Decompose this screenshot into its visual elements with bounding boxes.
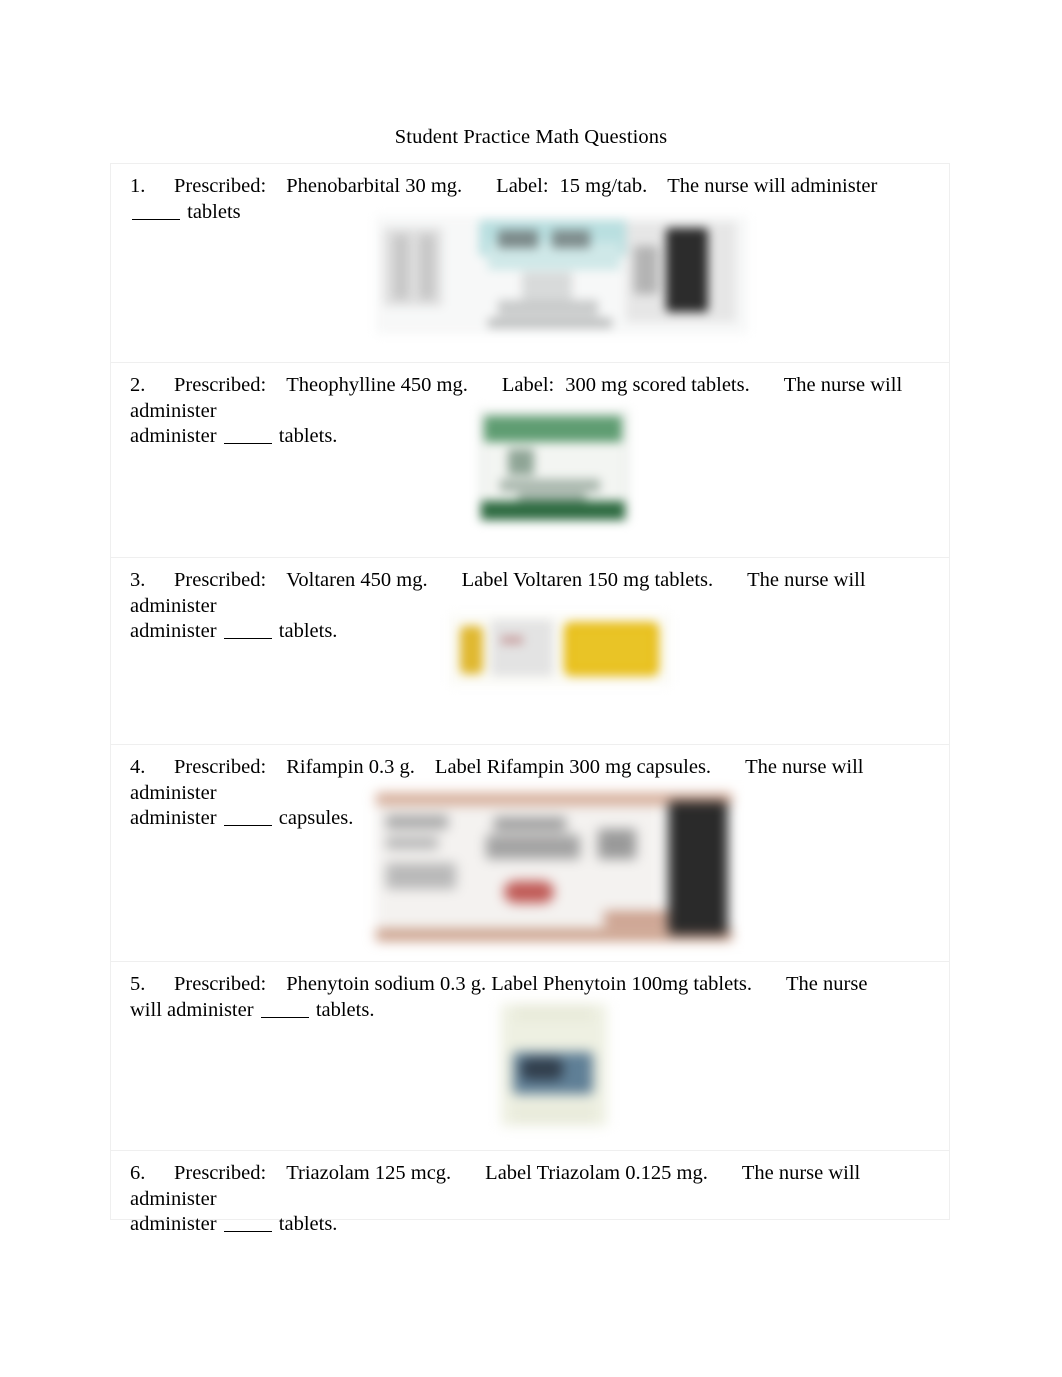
administer-word-4: administer bbox=[130, 807, 217, 829]
question-text-1: 1. Prescribed: Phenobarbital 30 mg. Label: 1… bbox=[130, 174, 941, 225]
table-row: 3. Prescribed: Voltaren 450 mg. Label Volta… bbox=[110, 557, 950, 745]
administer-phrase-5: will administer bbox=[130, 998, 254, 1021]
table-row: 1. Prescribed: Phenobarbital 30 mg. Label: 1… bbox=[110, 163, 950, 363]
drug-order-4: Rifampin 0.3 g. bbox=[286, 756, 415, 778]
label-value-1: 15 mg/tab. bbox=[559, 175, 648, 197]
answer-blank-1[interactable] bbox=[132, 218, 180, 220]
answer-blank-2[interactable] bbox=[223, 443, 272, 444]
prescribed-label-2: Prescribed: bbox=[174, 374, 267, 396]
prescribed-label-3: Prescribed: bbox=[174, 569, 267, 591]
answer-blank-4[interactable] bbox=[223, 825, 272, 826]
label-value-6: Triazolam 0.125 mg. bbox=[536, 1162, 708, 1184]
question-cell-4: 4. Prescribed: Rifampin 0.3 g. Label Rifamp… bbox=[111, 745, 949, 961]
instruction-after-6: tablets. bbox=[278, 1213, 338, 1235]
instruction-after-3: tablets. bbox=[278, 620, 338, 642]
question-number-3: 3. bbox=[130, 569, 146, 591]
drug-order-3: Voltaren 450 mg. bbox=[286, 569, 428, 591]
question-number-1: 1. bbox=[130, 175, 146, 197]
label-prefix-4: Label bbox=[434, 756, 482, 778]
administer-word-6: administer bbox=[130, 1213, 217, 1235]
administer-word-3: administer bbox=[130, 620, 217, 642]
question-cell-6: 6. Prescribed: Triazolam 125 mcg. Label Tri… bbox=[111, 1151, 949, 1235]
label-prefix-5: Label bbox=[491, 973, 538, 995]
question-text-5: 5. Prescribed: Phenytoin sodium 0.3 g. Lab… bbox=[130, 972, 941, 1023]
drug-order-2: Theophylline 450 mg. bbox=[286, 374, 468, 396]
table-row: 4. Prescribed: Rifampin 0.3 g. Label Rifamp… bbox=[110, 744, 950, 962]
table-row: 2. Prescribed: Theophylline 450 mg. Label: 3… bbox=[110, 362, 950, 558]
question-cell-5: 5. Prescribed: Phenytoin sodium 0.3 g. Lab… bbox=[111, 962, 949, 1150]
answer-blank-5[interactable] bbox=[260, 1016, 309, 1018]
question-text-4: 4. Prescribed: Rifampin 0.3 g. Label Rifamp… bbox=[130, 755, 941, 832]
question-text-6: 6. Prescribed: Triazolam 125 mcg. Label Tri… bbox=[130, 1161, 941, 1238]
question-number-2: 2. bbox=[130, 374, 146, 396]
label-prefix-3: Label bbox=[461, 569, 509, 591]
label-value-5: Phenytoin 100mg tablets. bbox=[543, 973, 753, 995]
label-prefix-2: Label: bbox=[501, 374, 555, 396]
question-number-4: 4. bbox=[130, 756, 146, 778]
instruction-after-2: tablets. bbox=[278, 425, 338, 447]
instruction-after-1: tablets bbox=[187, 200, 241, 223]
label-value-2: 300 mg scored tablets. bbox=[565, 374, 750, 396]
prescribed-label-5: Prescribed: bbox=[174, 973, 267, 995]
instruction-after-4: capsules. bbox=[278, 807, 354, 829]
answer-blank-6[interactable] bbox=[223, 1231, 272, 1232]
drug-order-6: Triazolam 125 mcg. bbox=[286, 1162, 452, 1184]
prescribed-label-1: Prescribed: bbox=[174, 175, 267, 197]
phenobarbital-label-image bbox=[376, 216, 748, 334]
prescribed-label-6: Prescribed: bbox=[174, 1162, 267, 1184]
question-number-6: 6. bbox=[130, 1162, 146, 1184]
practice-questions-table: 1. Prescribed: Phenobarbital 30 mg. Label: 1… bbox=[110, 163, 950, 1235]
instruction-before-5: The nurse bbox=[786, 973, 868, 995]
instruction-after-5: tablets. bbox=[315, 998, 375, 1021]
instruction-before-1: The nurse will administer bbox=[667, 175, 878, 197]
document-page: Student Practice Math Questions 1. Prescr… bbox=[0, 0, 1062, 1377]
question-cell-1: 1. Prescribed: Phenobarbital 30 mg. Label: 1… bbox=[111, 164, 949, 362]
question-number-5: 5. bbox=[130, 973, 146, 995]
table-row: 6. Prescribed: Triazolam 125 mcg. Label Tri… bbox=[110, 1150, 950, 1235]
drug-order-5: Phenytoin sodium 0.3 g. bbox=[286, 973, 487, 995]
answer-blank-3[interactable] bbox=[223, 638, 272, 639]
page-title: Student Practice Math Questions bbox=[394, 126, 668, 148]
prescribed-label-4: Prescribed: bbox=[174, 756, 267, 778]
drug-order-1: Phenobarbital 30 mg. bbox=[286, 175, 463, 197]
administer-word-2: administer bbox=[130, 425, 217, 447]
table-row: 5. Prescribed: Phenytoin sodium 0.3 g. Lab… bbox=[110, 961, 950, 1151]
label-prefix-6: Label bbox=[485, 1162, 532, 1184]
label-prefix-1: Label: bbox=[496, 175, 549, 197]
label-value-3: Voltaren 150 mg tablets. bbox=[513, 569, 714, 591]
label-value-4: Rifampin 300 mg capsules. bbox=[486, 756, 712, 778]
question-cell-2: 2. Prescribed: Theophylline 450 mg. Label: 3… bbox=[111, 363, 949, 557]
question-text-2: 2. Prescribed: Theophylline 450 mg. Label: 3… bbox=[130, 373, 941, 450]
question-cell-3: 3. Prescribed: Voltaren 450 mg. Label Volta… bbox=[111, 558, 949, 744]
question-text-3: 3. Prescribed: Voltaren 450 mg. Label Volta… bbox=[130, 568, 941, 645]
